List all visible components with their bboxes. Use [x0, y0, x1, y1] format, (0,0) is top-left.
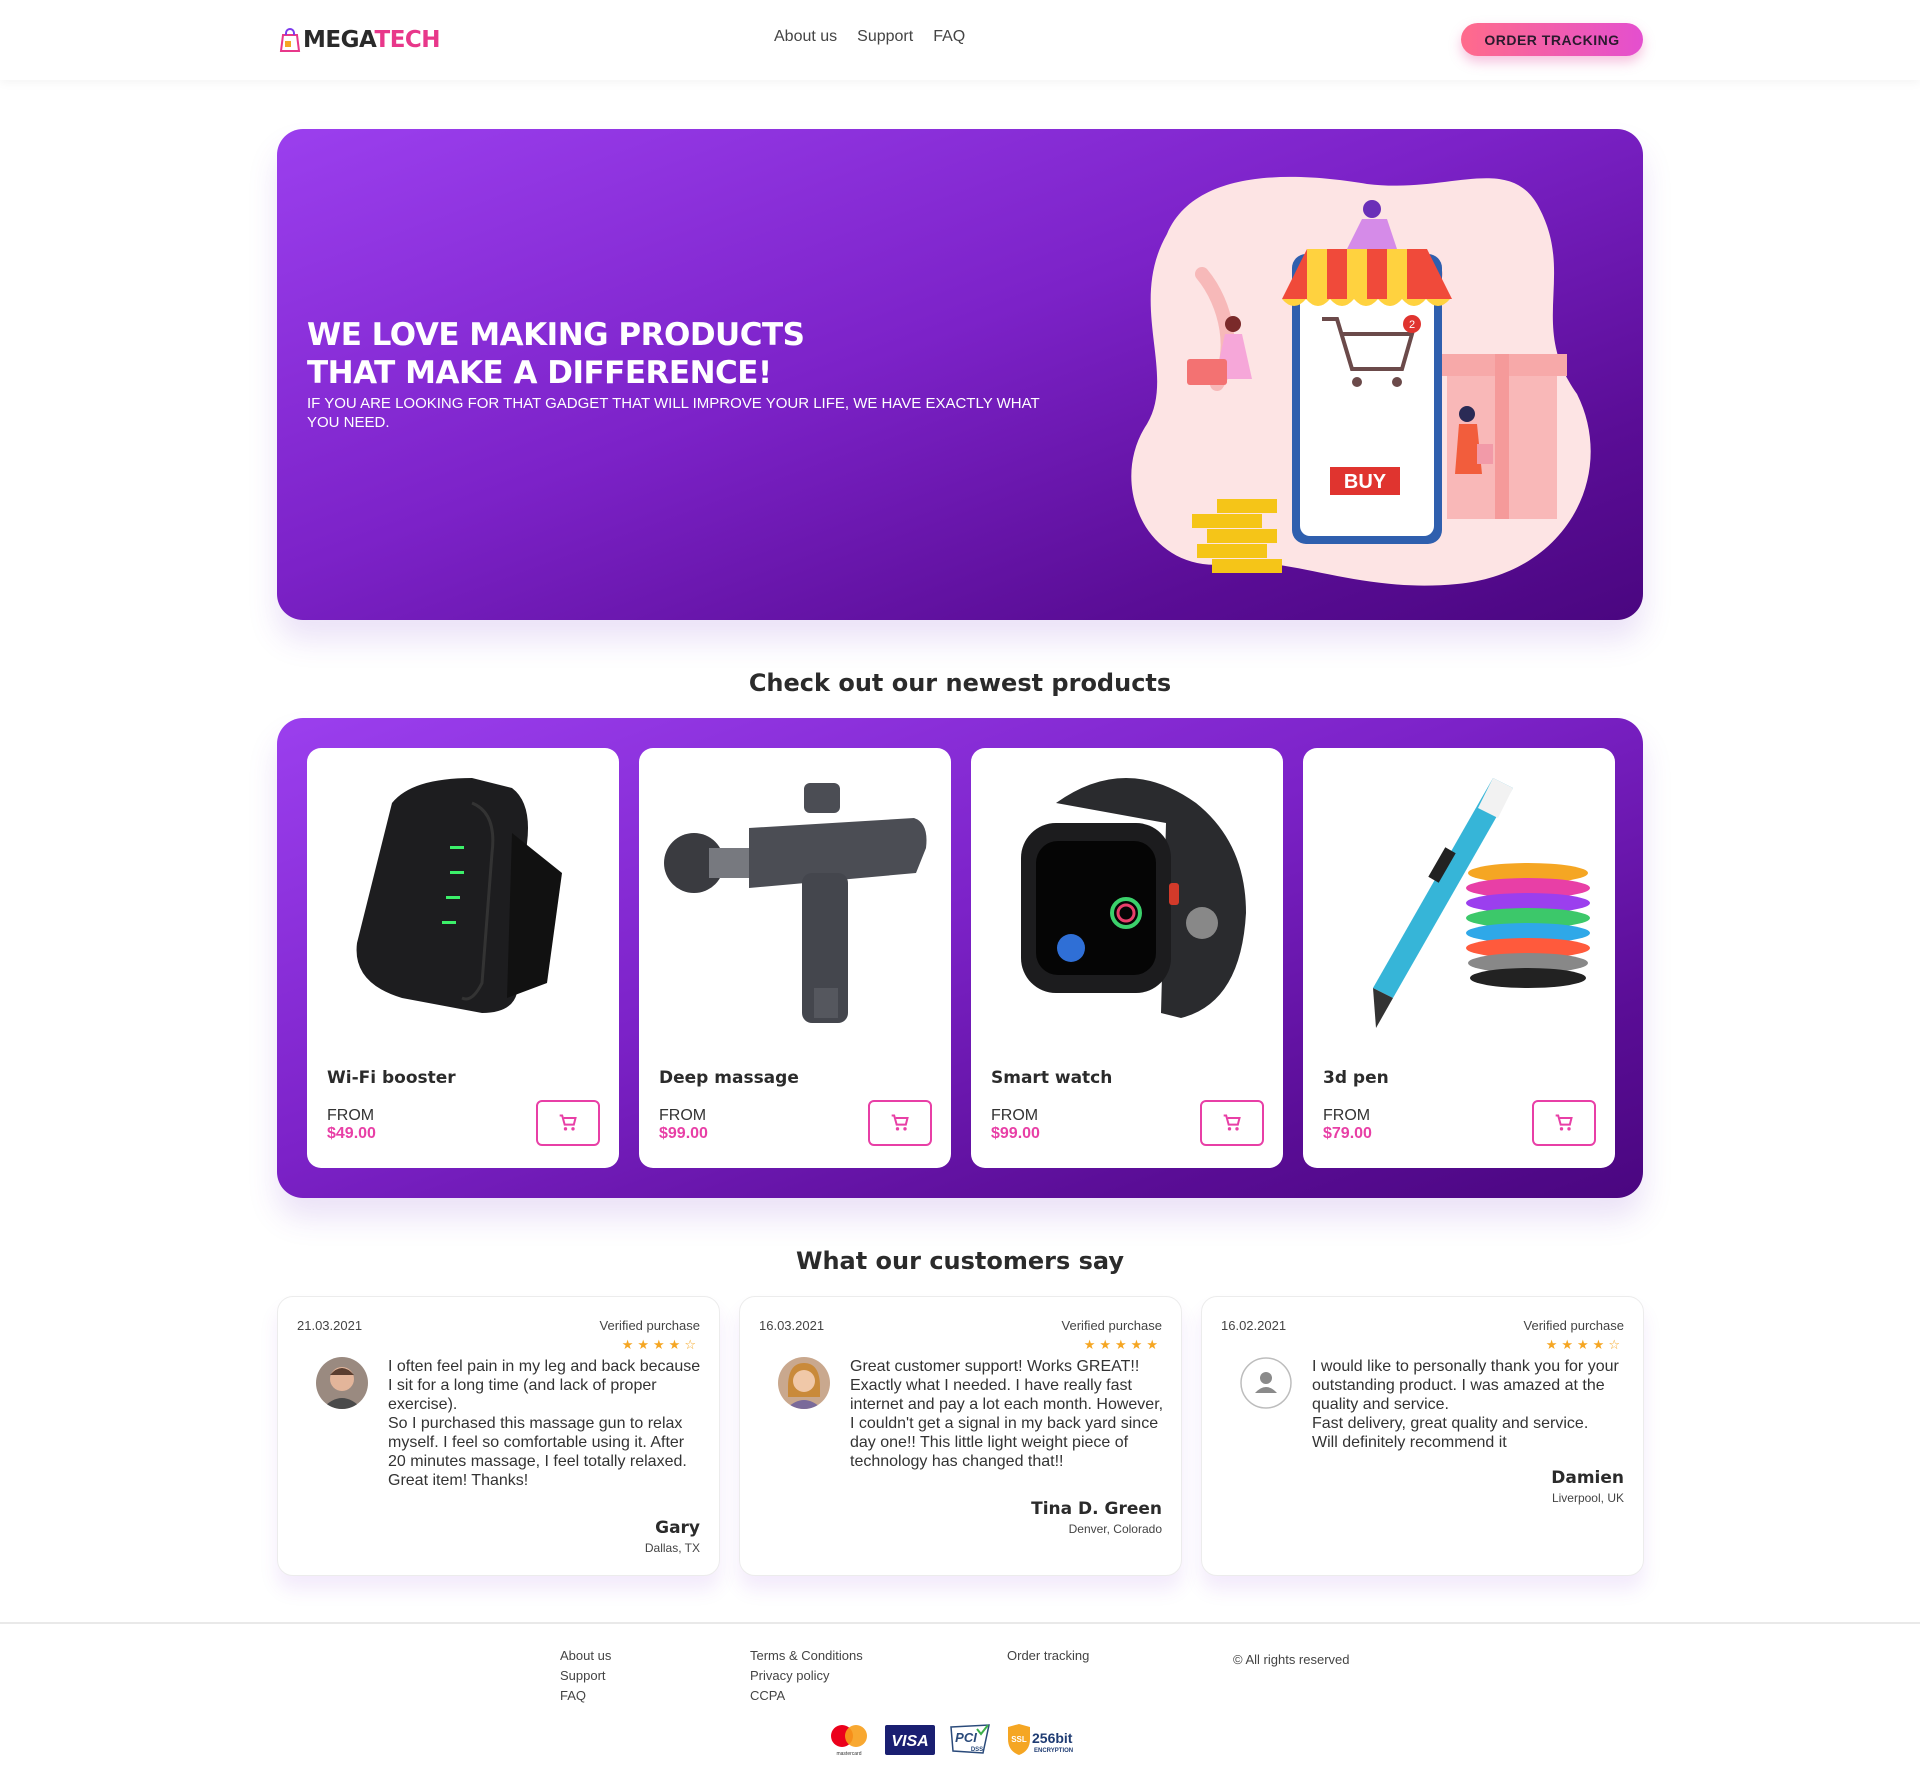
shopping-illustration: 2 BUY — [1131, 176, 1591, 586]
visa-label: VISA — [891, 1733, 928, 1750]
pci-dss-icon: PCI DSS — [950, 1724, 990, 1754]
ssl-encryption-label: ENCRYPTION — [1034, 1748, 1073, 1754]
product-card-wifi-booster[interactable]: Wi-Fi booster FROM $49.00 — [307, 748, 619, 1168]
ssl-encryption-icon: SSL 256bit ENCRYPTION — [1008, 1724, 1073, 1755]
star-rating: ★★★★★ — [1083, 1337, 1162, 1352]
avatar — [778, 1357, 830, 1409]
review-text: I often feel pain in my leg and back bec… — [388, 1358, 701, 1489]
hero-banner: WE LOVE MAKING PRODUCTS THAT MAKE A DIFF… — [277, 129, 1643, 620]
logo-text-mega: MEGA — [303, 27, 375, 53]
product-price: $99.00 — [991, 1125, 1040, 1142]
review-date: 21.03.2021 — [297, 1318, 363, 1333]
verified-purchase-label: Verified purchase — [1061, 1318, 1162, 1333]
product-price: $99.00 — [659, 1125, 708, 1142]
review-card: 16.02.2021 Verified purchase ★★★★☆ I wou… — [1201, 1296, 1644, 1576]
verified-purchase-label: Verified purchase — [1523, 1318, 1624, 1333]
nav-about-us[interactable]: About us — [774, 28, 837, 46]
nav-support[interactable]: Support — [857, 28, 913, 46]
review-date: 16.02.2021 — [1221, 1318, 1287, 1333]
product-name: 3d pen — [1323, 1068, 1389, 1088]
reviewer-name: Tina D. Green — [1031, 1499, 1162, 1519]
footer-link-ccpa[interactable]: CCPA — [750, 1686, 863, 1706]
reviewer-location: Liverpool, UK — [1551, 1491, 1624, 1505]
product-from-label: FROM — [1323, 1107, 1371, 1124]
product-name: Smart watch — [991, 1068, 1113, 1088]
reviews-section-title: What our customers say — [795, 1247, 1125, 1275]
review-text: Great customer support! Works GREAT!! Ex… — [850, 1358, 1164, 1470]
pci-dss-label: DSS — [971, 1747, 983, 1753]
order-tracking-button[interactable]: ORDER TRACKING — [1461, 23, 1643, 56]
add-to-cart-button[interactable] — [1532, 1100, 1596, 1146]
product-card-smart-watch[interactable]: Smart watch FROM $99.00 — [971, 748, 1283, 1168]
product-price: $79.00 — [1323, 1125, 1372, 1142]
avatar — [316, 1357, 368, 1409]
reviewer-location: Denver, Colorado — [1068, 1522, 1162, 1536]
cart-badge-text: 2 — [1409, 319, 1415, 331]
default-user-icon — [1240, 1357, 1292, 1409]
smart-watch-image — [1021, 778, 1246, 1018]
add-to-cart-button[interactable] — [868, 1100, 932, 1146]
pci-label: PCI — [955, 1730, 977, 1745]
ssl-bits-label: 256bit — [1032, 1730, 1073, 1746]
reviewer-location: Dallas, TX — [644, 1541, 700, 1555]
star-rating: ★★★★☆ — [621, 1337, 700, 1352]
footer-column-company: About us Support FAQ — [560, 1646, 611, 1706]
product-from-label: FROM — [991, 1107, 1039, 1124]
footer-column-orders: Order tracking — [1007, 1646, 1089, 1666]
footer-column-legal: Terms & Conditions Privacy policy CCPA — [750, 1646, 863, 1706]
mastercard-icon: mastercard — [831, 1725, 867, 1757]
products-panel: Wi-Fi booster FROM $49.00 Deep massage F… — [277, 718, 1643, 1198]
site-footer: About us Support FAQ Terms & Conditions … — [0, 1622, 1920, 1791]
cart-icon — [559, 1114, 577, 1131]
verified-purchase-label: Verified purchase — [599, 1318, 700, 1333]
cart-icon — [1223, 1114, 1241, 1131]
footer-link-terms[interactable]: Terms & Conditions — [750, 1646, 863, 1666]
product-price: $49.00 — [327, 1125, 376, 1142]
footer-link-privacy[interactable]: Privacy policy — [750, 1666, 863, 1686]
reviewer-name: Damien — [1551, 1468, 1624, 1488]
site-header: MEGATECH About us Support FAQ ORDER TRAC… — [0, 0, 1920, 80]
product-card-deep-massage[interactable]: Deep massage FROM $99.00 — [639, 748, 951, 1168]
mastercard-label: mastercard — [836, 1751, 861, 1757]
wifi-booster-image — [356, 778, 562, 1013]
massage-gun-image — [664, 783, 927, 1023]
footer-link-faq[interactable]: FAQ — [560, 1686, 611, 1706]
main-nav: About us Support FAQ — [774, 28, 965, 46]
reviewer-name: Gary — [655, 1518, 700, 1538]
copyright-text: © All rights reserved — [1233, 1652, 1350, 1667]
product-name: Deep massage — [659, 1068, 799, 1088]
product-name: Wi-Fi booster — [327, 1068, 456, 1088]
cart-icon — [891, 1114, 909, 1131]
product-from-label: FROM — [327, 1107, 375, 1124]
cart-icon — [1555, 1114, 1573, 1131]
logo[interactable]: MEGATECH — [279, 27, 441, 53]
nav-faq[interactable]: FAQ — [933, 28, 965, 46]
add-to-cart-button[interactable] — [1200, 1100, 1264, 1146]
footer-link-about-us[interactable]: About us — [560, 1646, 611, 1666]
review-card: 21.03.2021 Verified purchase ★★★★☆ I oft… — [277, 1296, 720, 1576]
3d-pen-image — [1373, 778, 1590, 1028]
product-from-label: FROM — [659, 1107, 707, 1124]
footer-link-order-tracking[interactable]: Order tracking — [1007, 1646, 1089, 1666]
payment-badges: mastercard VISA PCI DSS SSL 256bit ENCRY… — [827, 1722, 1085, 1758]
product-card-3d-pen[interactable]: 3d pen FROM $79.00 — [1303, 748, 1615, 1168]
footer-link-support[interactable]: Support — [560, 1666, 611, 1686]
hero-title: WE LOVE MAKING PRODUCTS THAT MAKE A DIFF… — [307, 317, 805, 391]
shopping-bag-icon — [279, 28, 301, 52]
ssl-label: SSL — [1011, 1735, 1027, 1744]
visa-icon: VISA — [885, 1725, 935, 1755]
review-card: 16.03.2021 Verified purchase ★★★★★ Great… — [739, 1296, 1182, 1576]
review-text: I would like to personally thank you for… — [1312, 1358, 1619, 1451]
hero-subtitle: IF YOU ARE LOOKING FOR THAT GADGET THAT … — [307, 395, 1040, 431]
buy-label: BUY — [1344, 471, 1387, 493]
review-date: 16.03.2021 — [759, 1318, 825, 1333]
logo-text-tech: TECH — [374, 27, 441, 53]
products-section-title: Check out our newest products — [748, 669, 1172, 697]
star-rating: ★★★★☆ — [1545, 1337, 1624, 1352]
add-to-cart-button[interactable] — [536, 1100, 600, 1146]
